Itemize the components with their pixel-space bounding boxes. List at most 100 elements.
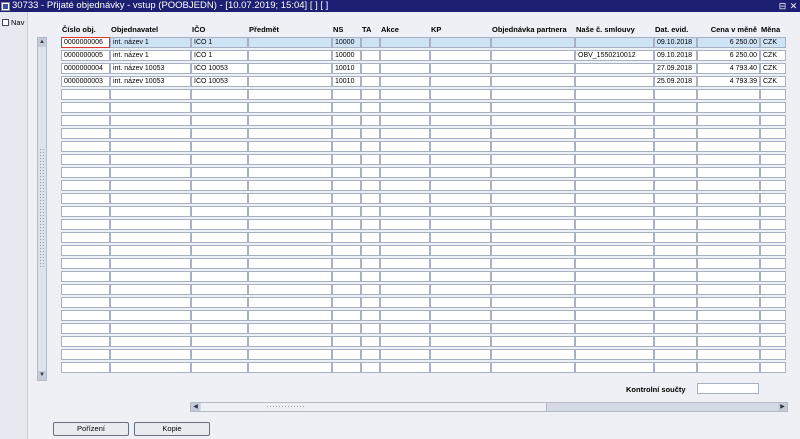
cell-ico[interactable] [191, 89, 248, 100]
cell-ta[interactable] [361, 310, 380, 321]
cell-ico[interactable] [191, 167, 248, 178]
cell-predmet[interactable] [248, 284, 332, 295]
cell-akce[interactable] [380, 102, 430, 113]
cell-cena[interactable] [697, 154, 760, 165]
cell-kp[interactable] [430, 284, 491, 295]
cell-ico[interactable] [191, 258, 248, 269]
cell-nase-smlouva[interactable] [575, 206, 654, 217]
cell-predmet[interactable] [248, 115, 332, 126]
cell-ta[interactable] [361, 219, 380, 230]
cell-objednavka-partnera[interactable] [491, 193, 575, 204]
cell-cena[interactable] [697, 362, 760, 373]
cell-objednavka-partnera[interactable] [491, 128, 575, 139]
cell-dat-evid[interactable] [654, 310, 697, 321]
cell-akce[interactable] [380, 245, 430, 256]
cell-cena[interactable] [697, 128, 760, 139]
cell-predmet[interactable] [248, 89, 332, 100]
cell-cislo-obj[interactable] [61, 167, 110, 178]
cell-predmet[interactable] [248, 37, 332, 48]
cell-objednavka-partnera[interactable] [491, 180, 575, 191]
cell-akce[interactable] [380, 167, 430, 178]
cell-ns[interactable]: 10010 [332, 76, 361, 87]
cell-objednavka-partnera[interactable] [491, 89, 575, 100]
cell-ico[interactable] [191, 115, 248, 126]
cell-akce[interactable] [380, 349, 430, 360]
cell-cena[interactable] [697, 193, 760, 204]
cell-nase-smlouva[interactable] [575, 37, 654, 48]
cell-nase-smlouva[interactable] [575, 141, 654, 152]
vertical-scrollbar[interactable]: ▲ ▼ [37, 37, 47, 381]
cell-nase-smlouva[interactable] [575, 362, 654, 373]
cell-mena[interactable]: CZK [760, 76, 786, 87]
cell-objednavatel[interactable] [110, 271, 191, 282]
cell-objednavatel[interactable] [110, 115, 191, 126]
cell-objednavatel[interactable] [110, 284, 191, 295]
cell-ta[interactable] [361, 63, 380, 74]
cell-kp[interactable] [430, 232, 491, 243]
cell-ta[interactable] [361, 50, 380, 61]
cell-kp[interactable] [430, 323, 491, 334]
cell-ico[interactable] [191, 336, 248, 347]
cell-akce[interactable] [380, 271, 430, 282]
cell-mena[interactable] [760, 141, 786, 152]
cell-objednavka-partnera[interactable] [491, 336, 575, 347]
cell-ta[interactable] [361, 362, 380, 373]
cell-objednavka-partnera[interactable] [491, 219, 575, 230]
cell-ns[interactable] [332, 193, 361, 204]
cell-kp[interactable] [430, 219, 491, 230]
cell-objednavka-partnera[interactable] [491, 297, 575, 308]
cell-ta[interactable] [361, 154, 380, 165]
cell-ns[interactable] [332, 206, 361, 217]
cell-cislo-obj[interactable]: 0000000003 [61, 76, 110, 87]
cell-ico[interactable]: IČO 10053 [191, 63, 248, 74]
cell-ico[interactable] [191, 206, 248, 217]
cell-akce[interactable] [380, 154, 430, 165]
cell-dat-evid[interactable] [654, 323, 697, 334]
cell-dat-evid[interactable]: 09.10.2018 [654, 37, 697, 48]
cell-predmet[interactable] [248, 76, 332, 87]
cell-mena[interactable] [760, 336, 786, 347]
cell-objednavka-partnera[interactable] [491, 63, 575, 74]
cell-kp[interactable] [430, 167, 491, 178]
cell-dat-evid[interactable] [654, 336, 697, 347]
cell-dat-evid[interactable] [654, 219, 697, 230]
cell-ico[interactable] [191, 180, 248, 191]
cell-cena[interactable] [697, 89, 760, 100]
cell-cena[interactable] [697, 297, 760, 308]
cell-cislo-obj[interactable]: 0000000004 [61, 63, 110, 74]
cell-predmet[interactable] [248, 167, 332, 178]
cell-mena[interactable] [760, 102, 786, 113]
cell-dat-evid[interactable] [654, 206, 697, 217]
cell-ico[interactable] [191, 232, 248, 243]
cell-ns[interactable] [332, 154, 361, 165]
cell-ico[interactable] [191, 349, 248, 360]
cell-cena[interactable] [697, 323, 760, 334]
kontrolni-soucty-field[interactable] [697, 383, 759, 394]
cell-mena[interactable]: CZK [760, 63, 786, 74]
cell-dat-evid[interactable] [654, 193, 697, 204]
cell-objednavatel[interactable] [110, 297, 191, 308]
cell-mena[interactable] [760, 258, 786, 269]
cell-nase-smlouva[interactable] [575, 63, 654, 74]
cell-cislo-obj[interactable] [61, 271, 110, 282]
cell-nase-smlouva[interactable] [575, 102, 654, 113]
cell-objednavatel[interactable] [110, 102, 191, 113]
cell-nase-smlouva[interactable] [575, 297, 654, 308]
cell-ico[interactable]: IČO 1 [191, 37, 248, 48]
cell-objednavatel[interactable] [110, 258, 191, 269]
close-icon[interactable]: ✕ [789, 1, 798, 11]
cell-ta[interactable] [361, 193, 380, 204]
cell-predmet[interactable] [248, 232, 332, 243]
scroll-up-icon[interactable]: ▲ [38, 38, 46, 47]
cell-mena[interactable] [760, 180, 786, 191]
cell-ns[interactable] [332, 167, 361, 178]
cell-nase-smlouva[interactable] [575, 154, 654, 165]
cell-akce[interactable] [380, 37, 430, 48]
cell-predmet[interactable] [248, 63, 332, 74]
cell-akce[interactable] [380, 206, 430, 217]
cell-dat-evid[interactable] [654, 258, 697, 269]
cell-objednavka-partnera[interactable] [491, 141, 575, 152]
cell-dat-evid[interactable] [654, 232, 697, 243]
cell-nase-smlouva[interactable] [575, 284, 654, 295]
cell-akce[interactable] [380, 362, 430, 373]
